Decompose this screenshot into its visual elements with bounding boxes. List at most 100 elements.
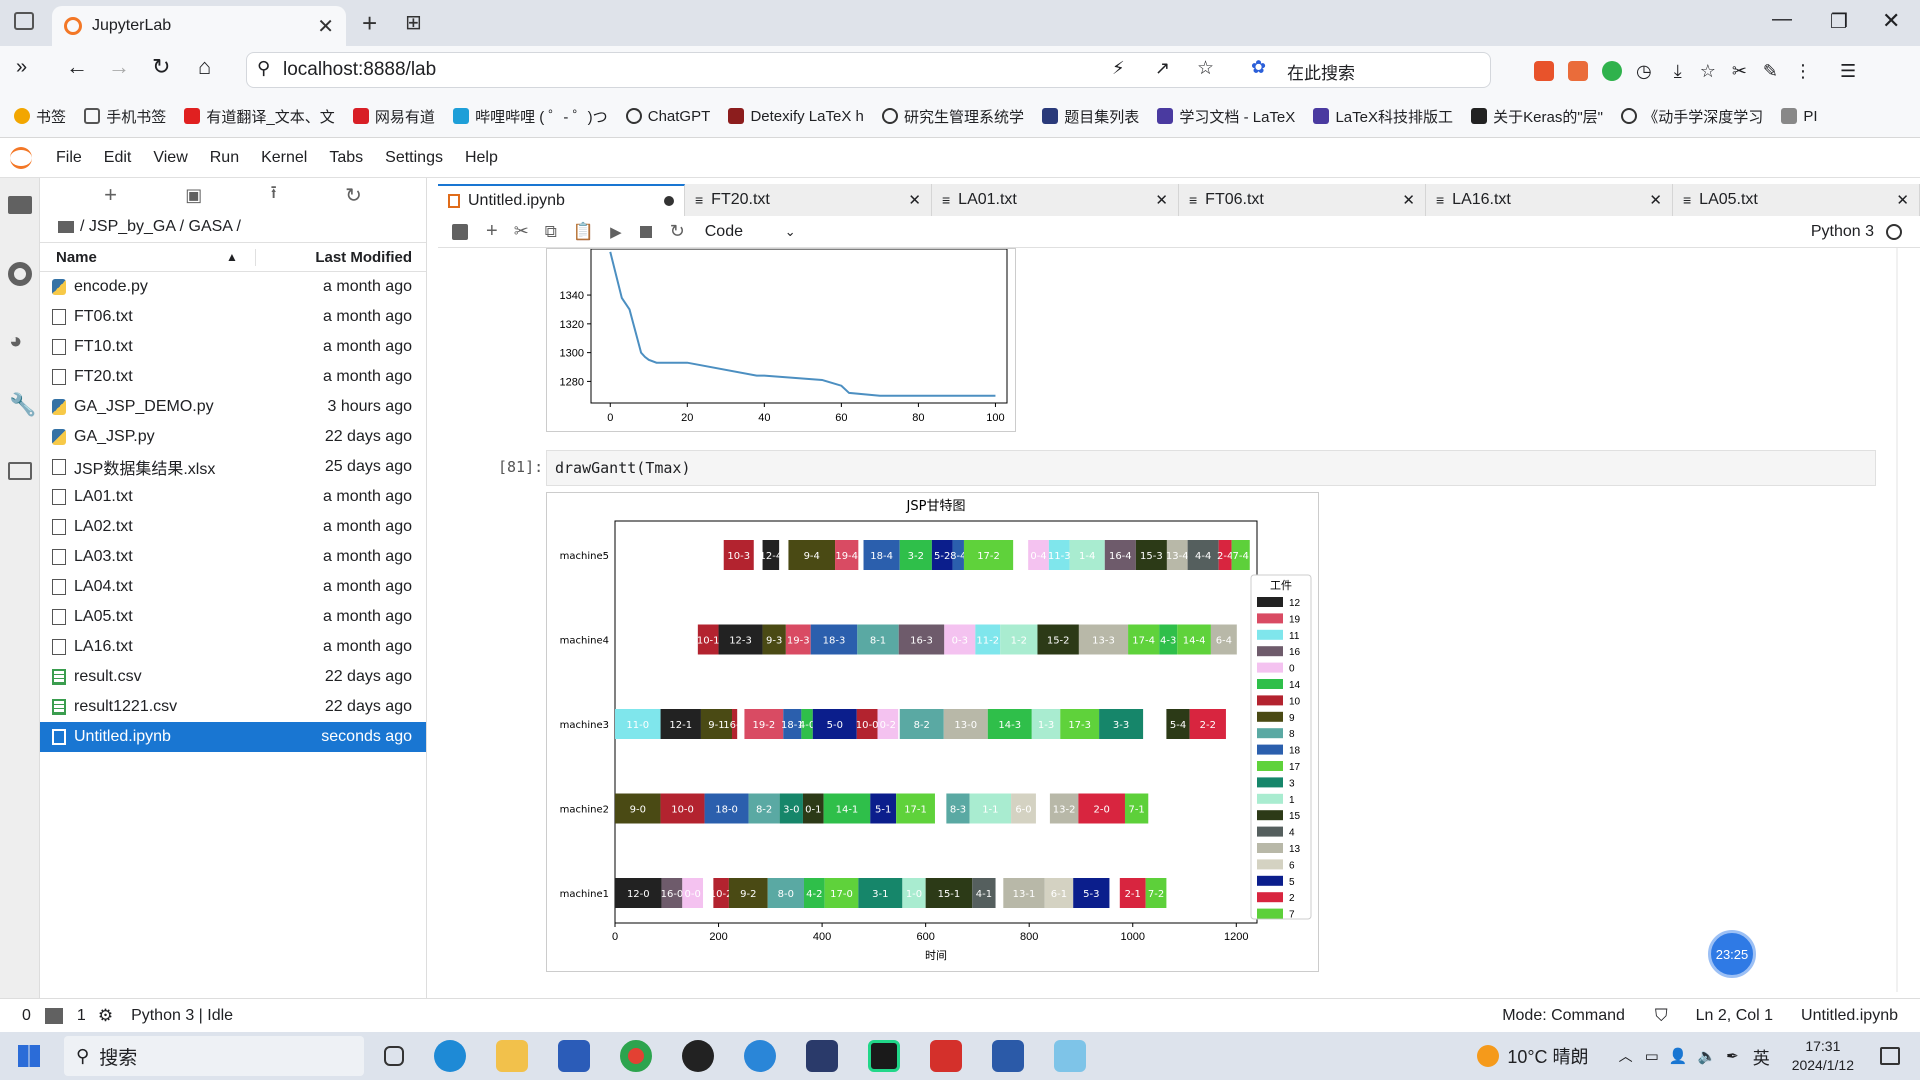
file-row[interactable]: result1221.csv 22 days ago (40, 692, 426, 722)
task-view-icon[interactable] (384, 1046, 404, 1066)
wrench-icon[interactable]: 🔧 (9, 392, 36, 418)
bookmark-item[interactable]: PI (1781, 94, 1818, 137)
history-icon[interactable]: ◷ (1636, 61, 1652, 82)
file-row[interactable]: GA_JSP.py 22 days ago (40, 422, 426, 452)
upload-icon[interactable]: ⭱ (271, 180, 277, 210)
file-row[interactable]: Untitled.ipynb seconds ago (40, 722, 426, 752)
insert-cell-icon[interactable]: + (486, 220, 498, 243)
expand-icon[interactable]: » (16, 56, 27, 79)
translate-extension-icon[interactable] (1568, 61, 1588, 81)
menu-kernel[interactable]: Kernel (261, 149, 307, 167)
volume-icon[interactable]: 🔈 (1697, 1047, 1716, 1065)
restart-icon[interactable]: ↻ (670, 221, 685, 242)
file-row[interactable]: GA_JSP_DEMO.py 3 hours ago (40, 392, 426, 422)
tab-list-icon[interactable] (8, 462, 32, 480)
breadcrumb-path[interactable]: / JSP_by_GA / GASA / (80, 218, 241, 236)
reload-icon[interactable]: ↻ (152, 54, 170, 80)
pen-icon[interactable]: ✎ (1763, 61, 1778, 82)
file-row[interactable]: FT10.txt a month ago (40, 332, 426, 362)
new-launcher-icon[interactable]: + (104, 182, 117, 208)
cell-type-select[interactable]: Code (705, 223, 785, 241)
menu-view[interactable]: View (153, 149, 187, 167)
menu-settings[interactable]: Settings (385, 149, 443, 167)
minimize-icon[interactable]: — (1772, 8, 1792, 31)
file-row[interactable]: LA16.txt a month ago (40, 632, 426, 662)
code-cell-input[interactable]: drawGantt(Tmax) (546, 450, 1876, 486)
file-row[interactable]: JSP数据集结果.xlsx 25 days ago (40, 452, 426, 482)
tray-chevron-icon[interactable]: ︿ (1619, 1046, 1633, 1066)
bookmark-item[interactable]: 有道翻译_文本、文 (184, 94, 335, 137)
close-tab-icon[interactable]: ✕ (1155, 191, 1168, 209)
file-row[interactable]: encode.py a month ago (40, 272, 426, 302)
unsaved-dot-icon[interactable] (664, 196, 674, 206)
menu-file[interactable]: File (56, 149, 82, 167)
bookmark-item[interactable]: Detexify LaTeX h (728, 94, 864, 137)
forward-icon[interactable]: → (108, 54, 130, 80)
close-tab-icon[interactable]: ✕ (1649, 191, 1662, 209)
copy-icon[interactable]: ⧉ (545, 222, 557, 242)
file-row[interactable]: FT06.txt a month ago (40, 302, 426, 332)
doc-tab[interactable]: ≡ LA16.txt ✕ (1426, 184, 1673, 216)
bookmark-item[interactable]: 哔哩哔哩 ( ゜- ゜)つ (453, 94, 608, 137)
baidu-icon[interactable]: ✿ (1251, 57, 1266, 78)
bookmark-item[interactable]: 题目集列表 (1042, 94, 1139, 137)
mode-indicator[interactable]: Mode: Command (1502, 1007, 1625, 1025)
save-icon[interactable] (452, 223, 468, 240)
cut-icon[interactable]: ✂ (514, 221, 529, 242)
tray-user-icon[interactable]: 👤 (1669, 1047, 1688, 1065)
file-row[interactable]: LA01.txt a month ago (40, 482, 426, 512)
more-icon[interactable]: ⋮ (1794, 61, 1812, 82)
close-tab-icon[interactable]: ✕ (1402, 191, 1415, 209)
modified-column-header[interactable]: Last Modified (256, 249, 426, 266)
file-row[interactable]: LA05.txt a month ago (40, 602, 426, 632)
kernel-name[interactable]: Python 3 (1811, 223, 1874, 241)
palette-icon[interactable]: ◕ (9, 328, 22, 354)
menu-tabs[interactable]: Tabs (329, 149, 363, 167)
close-tab-icon[interactable]: ✕ (1896, 191, 1909, 209)
file-explorer-icon[interactable] (496, 1040, 528, 1072)
chevron-down-icon[interactable]: ⌄ (785, 224, 796, 240)
texstudio-icon[interactable] (806, 1040, 838, 1072)
restore-icon[interactable]: ❐ (1830, 9, 1848, 34)
chrome-icon[interactable] (620, 1040, 652, 1072)
file-row[interactable]: FT20.txt a month ago (40, 362, 426, 392)
menu-icon[interactable]: ☰ (1840, 61, 1856, 82)
menu-help[interactable]: Help (465, 149, 498, 167)
doc-tab[interactable]: ≡ LA05.txt ✕ (1673, 184, 1920, 216)
edge-icon[interactable] (434, 1040, 466, 1072)
evernote-extension-icon[interactable] (1602, 61, 1622, 81)
search-engine-label[interactable]: 在此搜索 (1287, 59, 1355, 84)
powershell-icon[interactable] (992, 1040, 1024, 1072)
close-tab-icon[interactable]: ✕ (908, 191, 921, 209)
doc-tab[interactable]: ≡ FT06.txt ✕ (1179, 184, 1426, 216)
scissors-icon[interactable]: ✂ (1732, 61, 1747, 82)
notification-icon[interactable] (1880, 1047, 1900, 1065)
browser-tab-jupyterlab[interactable]: JupyterLab ✕ (52, 6, 346, 46)
weather-text[interactable]: 10°C 晴朗 (1507, 1043, 1588, 1069)
clock[interactable]: 17:31 2024/1/12 (1792, 1037, 1854, 1075)
new-tab-icon[interactable]: + (362, 8, 377, 39)
menu-run[interactable]: Run (210, 149, 239, 167)
run-icon[interactable]: ▶ (610, 223, 622, 241)
bookmark-item[interactable]: 关于Keras的"层" (1471, 94, 1603, 137)
tab-grid-icon[interactable]: ⊞ (405, 10, 422, 35)
new-folder-icon[interactable]: ▣ (185, 185, 202, 206)
collections-icon[interactable]: ☆ (1700, 61, 1716, 82)
pen-icon[interactable]: ✒ (1726, 1047, 1739, 1065)
doc-tab[interactable]: Untitled.ipynb (438, 184, 685, 216)
running-icon[interactable] (8, 262, 32, 286)
share-icon[interactable]: ↗ (1155, 58, 1170, 79)
bookmark-item[interactable]: 《动手学深度学习 (1621, 94, 1763, 137)
lightning-icon[interactable]: ⚡ (1112, 58, 1125, 79)
notepad-icon[interactable] (1054, 1040, 1086, 1072)
ime-indicator[interactable]: 英 (1753, 1044, 1770, 1069)
bookmark-item[interactable]: 书签 (14, 94, 66, 137)
close-tab-icon[interactable]: ✕ (317, 14, 334, 39)
name-column-header[interactable]: Name (40, 248, 256, 266)
weather-icon[interactable] (1477, 1045, 1500, 1067)
status-kernels-count[interactable]: 1 (77, 1007, 86, 1025)
menu-edit[interactable]: Edit (104, 149, 132, 167)
doc-tab[interactable]: ≡ LA01.txt ✕ (932, 184, 1179, 216)
folder-icon[interactable] (58, 221, 74, 233)
doc-tab[interactable]: ≡ FT20.txt ✕ (685, 184, 932, 216)
